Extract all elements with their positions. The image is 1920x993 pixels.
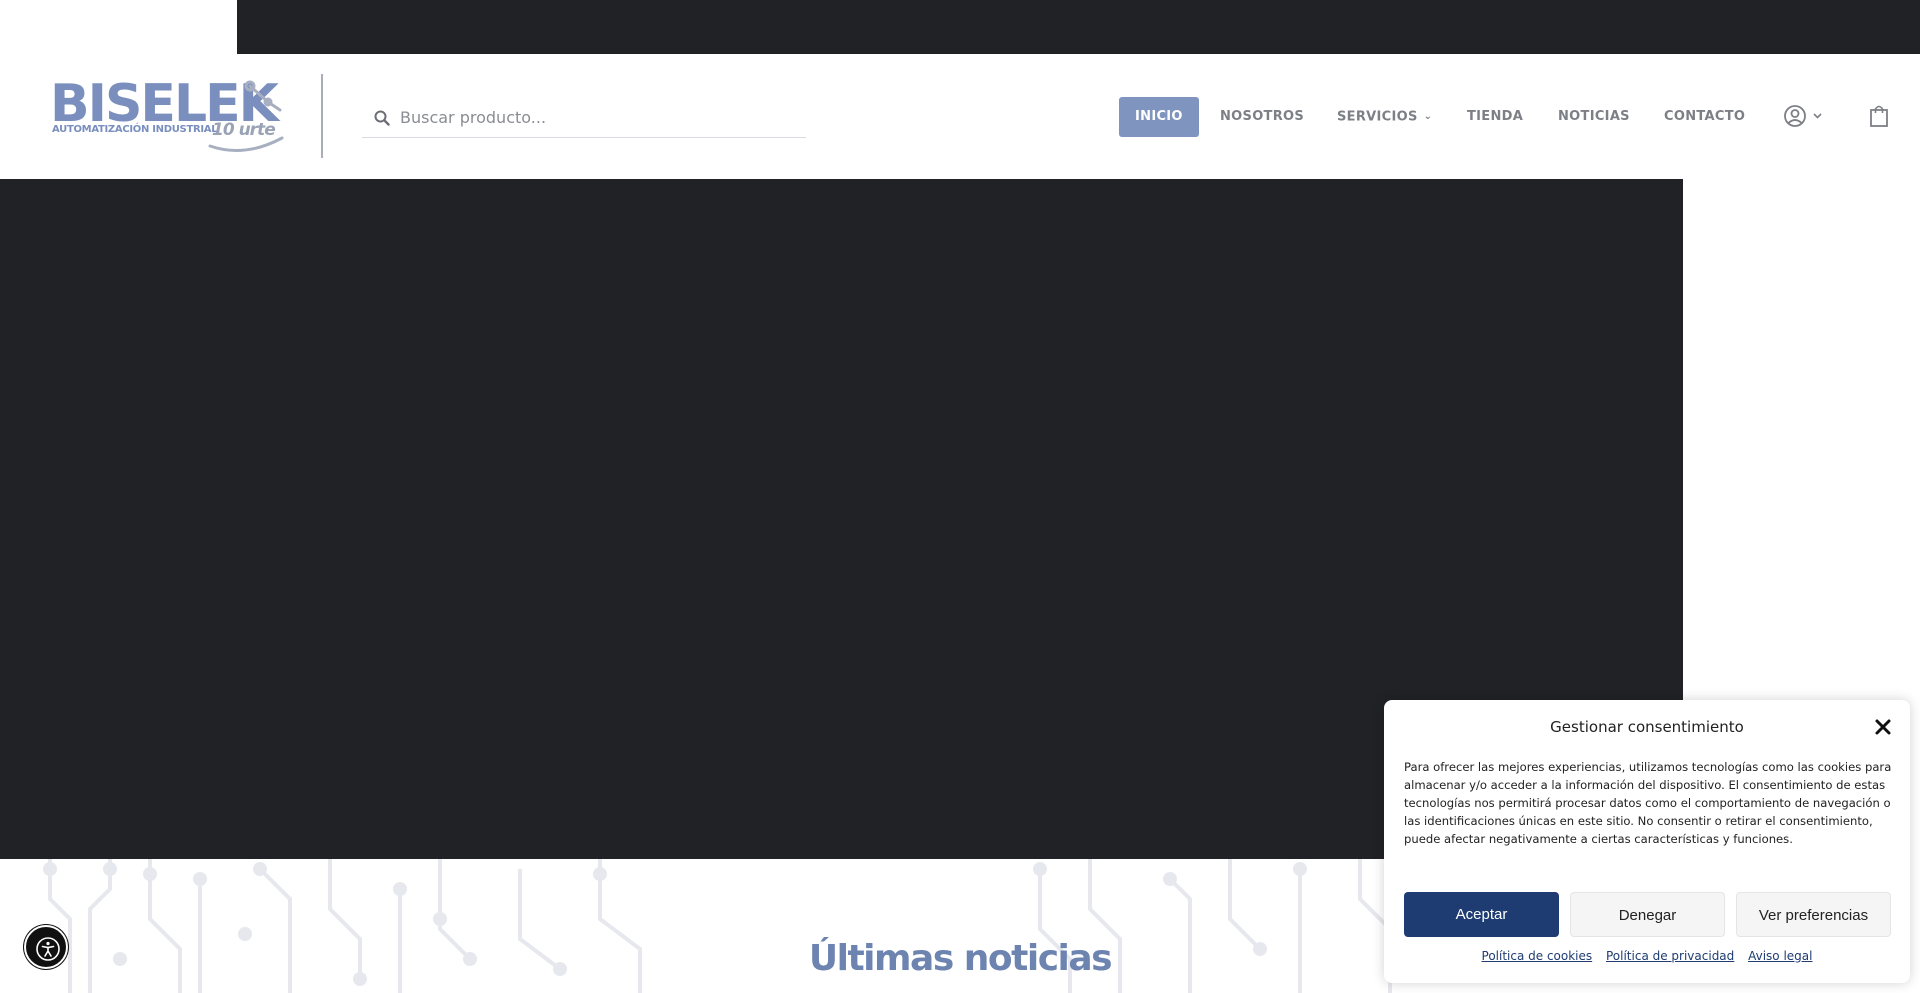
preferences-button[interactable]: Ver preferencias [1736, 892, 1891, 937]
nav-item-nosotros[interactable]: NOSOTROS [1220, 97, 1304, 137]
nav-label: TIENDA [1467, 109, 1524, 124]
privacy-policy-link[interactable]: Política de privacidad [1606, 949, 1734, 963]
robot-arm-icon [208, 80, 284, 152]
cookie-consent-dialog: Gestionar consentimiento Para ofrecer la… [1384, 700, 1910, 983]
shopping-bag-icon[interactable] [1869, 104, 1889, 132]
user-circle-icon[interactable] [1784, 104, 1826, 134]
header-divider [321, 74, 323, 158]
nav-item-noticias[interactable]: NOTICIAS [1558, 97, 1630, 137]
top-bar [237, 0, 1920, 54]
consent-title: Gestionar consentimiento [1550, 718, 1744, 736]
site-header: BISELEK AUTOMATIZACIÓN INDUSTRIAL 10 urt… [0, 54, 1920, 179]
nav-label: NOSOTROS [1220, 109, 1305, 124]
nav-item-tienda[interactable]: TIENDA [1467, 97, 1523, 137]
consent-links: Política de cookies Política de privacid… [1384, 949, 1910, 963]
deny-button[interactable]: Denegar [1570, 892, 1725, 937]
nav-item-inicio[interactable]: INICIO [1119, 97, 1199, 137]
search-input[interactable] [400, 98, 800, 136]
accept-button[interactable]: Aceptar [1404, 892, 1559, 937]
consent-text: Para ofrecer las mejores experiencias, u… [1404, 760, 1892, 846]
close-icon[interactable] [1872, 716, 1894, 738]
cookie-policy-link[interactable]: Política de cookies [1482, 949, 1593, 963]
chevron-down-icon: ⌄ [1423, 111, 1433, 122]
legal-notice-link[interactable]: Aviso legal [1748, 949, 1812, 963]
nav-label: SERVICIOS [1337, 109, 1418, 125]
search-bar [362, 98, 806, 138]
accessibility-button[interactable] [24, 925, 68, 969]
nav-label: INICIO [1135, 109, 1183, 124]
nav-item-contacto[interactable]: CONTACTO [1664, 97, 1745, 137]
search-icon [374, 110, 390, 130]
nav-label: CONTACTO [1664, 109, 1746, 124]
nav-item-servicios[interactable]: SERVICIOS ⌄ [1337, 97, 1432, 137]
accessibility-icon [36, 937, 60, 961]
logo-anniversary: 10 urte [212, 120, 276, 140]
nav-label: NOTICIAS [1558, 109, 1630, 124]
site-logo[interactable]: BISELEK AUTOMATIZACIÓN INDUSTRIAL 10 urt… [50, 76, 290, 158]
logo-tagline: AUTOMATIZACIÓN INDUSTRIAL [52, 124, 218, 135]
